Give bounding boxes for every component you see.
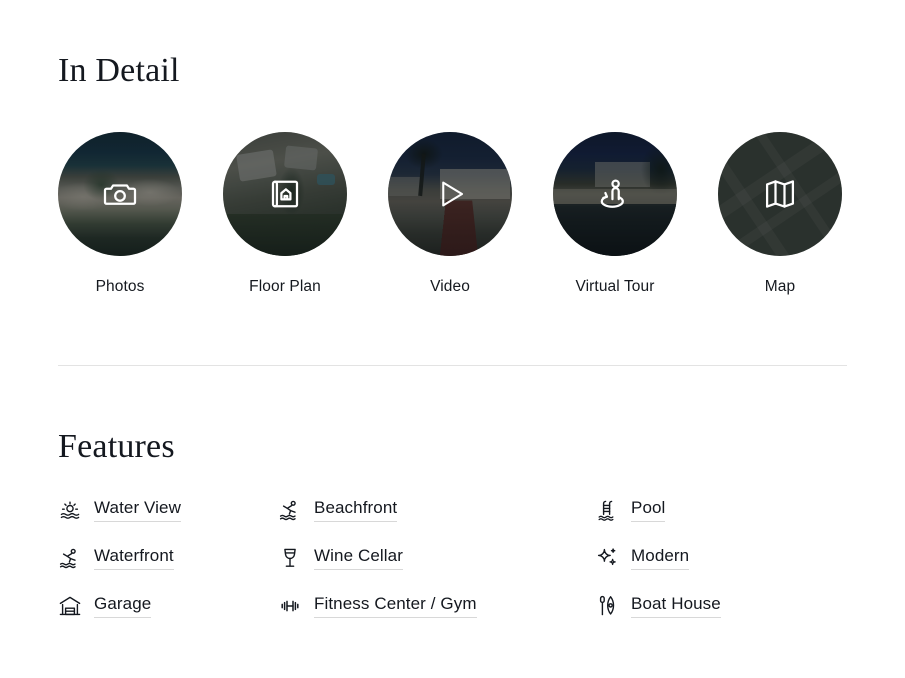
folded-map-icon	[762, 176, 798, 212]
camera-icon	[102, 176, 138, 212]
feature-label: Boat House	[631, 594, 721, 618]
wine-glass-icon	[278, 546, 302, 570]
feature-label: Modern	[631, 546, 690, 570]
play-icon	[432, 176, 468, 212]
media-label-photos: Photos	[95, 278, 145, 295]
swimmer-icon	[278, 498, 302, 522]
feature-modern[interactable]: Modern	[595, 546, 848, 570]
virtual-tour-thumbnail[interactable]	[553, 132, 677, 256]
media-label-virtual-tour: Virtual Tour	[575, 278, 655, 295]
section-divider	[58, 365, 847, 366]
garage-icon	[58, 594, 82, 618]
in-detail-heading: In Detail	[58, 52, 180, 89]
360-person-icon	[597, 176, 633, 212]
feature-label: Pool	[631, 498, 666, 522]
media-item-video[interactable]: Video	[388, 132, 512, 296]
swimmer-icon	[58, 546, 82, 570]
feature-garage[interactable]: Garage	[58, 594, 278, 618]
feature-pool[interactable]: Pool	[595, 498, 848, 522]
features-grid: Water View Beachfront Pool Waterfront Wi…	[58, 498, 848, 618]
pool-ladder-icon	[595, 498, 619, 522]
floor-plan-thumbnail[interactable]	[223, 132, 347, 256]
rowboat-paddle-icon	[595, 594, 619, 618]
sunset-water-icon	[58, 498, 82, 522]
media-item-floor-plan[interactable]: Floor Plan	[223, 132, 347, 296]
sparkle-icon	[595, 546, 619, 570]
feature-label: Water View	[94, 498, 181, 522]
property-detail-page: In Detail Photos Floor Plan Video Virtua…	[0, 0, 905, 678]
media-label-map: Map	[764, 278, 796, 295]
media-item-photos[interactable]: Photos	[58, 132, 182, 296]
feature-water-view[interactable]: Water View	[58, 498, 278, 522]
map-thumbnail[interactable]	[718, 132, 842, 256]
feature-boat-house[interactable]: Boat House	[595, 594, 848, 618]
features-heading: Features	[58, 428, 175, 465]
photos-thumbnail[interactable]	[58, 132, 182, 256]
feature-label: Garage	[94, 594, 152, 618]
feature-label: Fitness Center / Gym	[314, 594, 477, 618]
media-label-floor-plan: Floor Plan	[249, 278, 321, 295]
media-item-map[interactable]: Map	[718, 132, 842, 296]
dumbbell-icon	[278, 594, 302, 618]
feature-label: Wine Cellar	[314, 546, 403, 570]
feature-label: Waterfront	[94, 546, 174, 570]
feature-wine-cellar[interactable]: Wine Cellar	[278, 546, 595, 570]
media-label-video: Video	[430, 278, 470, 295]
media-thumbnail-row: Photos Floor Plan Video Virtual Tour Map	[58, 132, 842, 296]
media-item-virtual-tour[interactable]: Virtual Tour	[553, 132, 677, 296]
video-thumbnail[interactable]	[388, 132, 512, 256]
feature-waterfront[interactable]: Waterfront	[58, 546, 278, 570]
feature-beachfront[interactable]: Beachfront	[278, 498, 595, 522]
floor-plan-icon	[267, 176, 303, 212]
feature-fitness-center[interactable]: Fitness Center / Gym	[278, 594, 595, 618]
feature-label: Beachfront	[314, 498, 398, 522]
